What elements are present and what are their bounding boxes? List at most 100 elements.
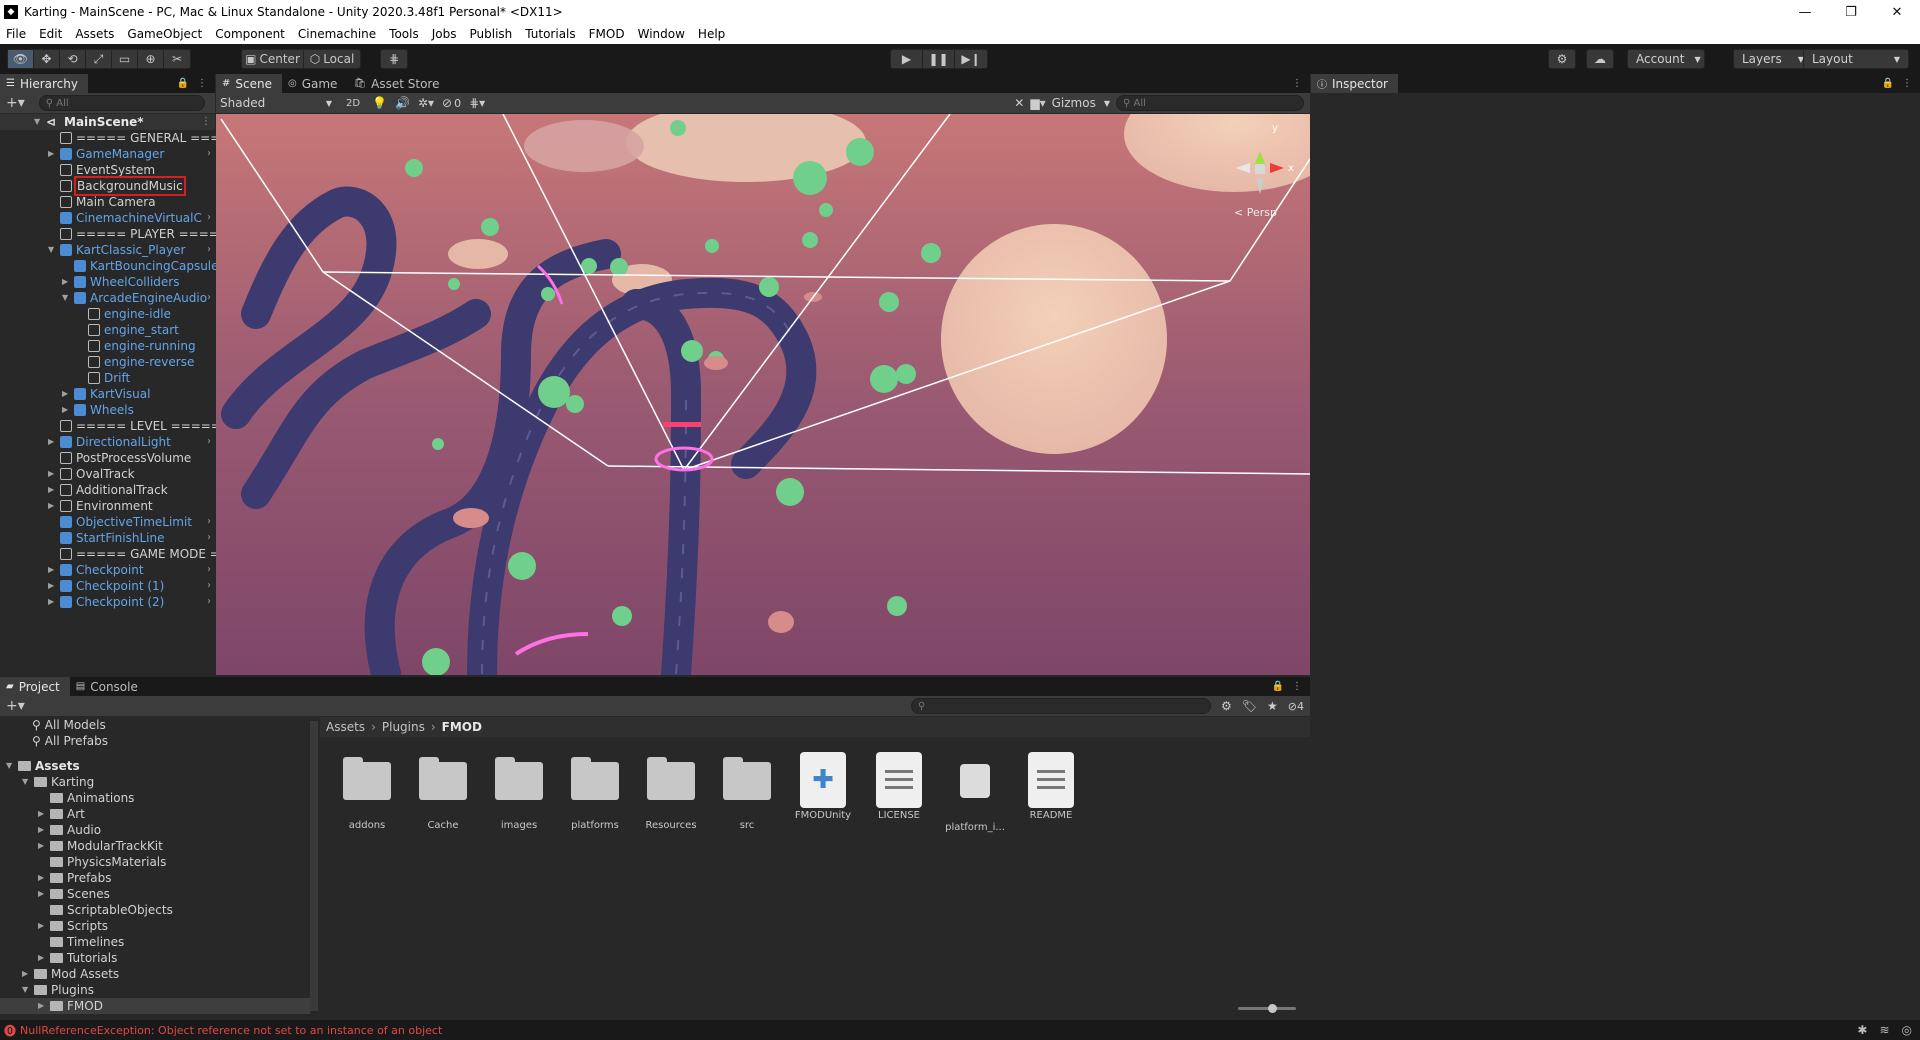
move-tool-button[interactable]: ✥ (34, 50, 60, 68)
scene-root-row[interactable]: ▼ ⊲ MainScene* ⋮ (0, 114, 215, 130)
folder-tree-item[interactable]: ▶ Scripts (0, 918, 310, 934)
hierarchy-row[interactable]: ▶ Wheels (0, 402, 215, 418)
persp-label[interactable]: < Persp (1234, 206, 1277, 219)
scene-render[interactable]: y x < Persp (216, 114, 1310, 675)
expand-arrow-icon[interactable]: ▶ (38, 806, 44, 822)
pause-button[interactable]: ❚❚ (923, 50, 955, 68)
pivot-space-toggle[interactable]: ⬡ Local (304, 50, 360, 68)
grid-toggle-icon[interactable]: ⋕▾ (469, 96, 485, 110)
open-prefab-icon[interactable]: › (207, 210, 211, 226)
folder-tree-item[interactable]: ▶ Prefabs (0, 870, 310, 886)
progress-icon[interactable]: ≋ (1879, 1023, 1889, 1037)
hierarchy-row[interactable]: CinemachineVirtualC › (0, 210, 215, 226)
folder-tree-item[interactable]: Animations (0, 790, 310, 806)
breadcrumb-item[interactable]: FMOD (442, 720, 482, 734)
account-dropdown[interactable]: Account ▼ (1627, 49, 1705, 69)
hierarchy-row[interactable]: ===== GENERAL ===== (0, 130, 240, 146)
open-prefab-icon[interactable]: › (207, 530, 211, 546)
more-menu-icon[interactable]: ⋮ (1292, 74, 1310, 93)
folder-tree-item[interactable]: ▼ Plugins (0, 982, 310, 998)
expand-arrow-icon[interactable]: ▶ (48, 562, 54, 578)
expand-arrow-icon[interactable]: ▶ (38, 918, 44, 934)
play-button[interactable]: ▶ (891, 50, 923, 68)
menu-item-tutorials[interactable]: Tutorials (525, 27, 575, 41)
scene-search-input[interactable]: ⚲ All (1116, 95, 1304, 111)
hierarchy-row[interactable]: ▶ DirectionalLight › (0, 434, 215, 450)
hierarchy-row[interactable]: ▶ KartVisual (0, 386, 215, 402)
hierarchy-row[interactable]: StartFinishLine › (0, 530, 215, 546)
hierarchy-row[interactable]: EventSystem (0, 162, 215, 178)
step-button[interactable]: ▶❙ (955, 50, 987, 68)
asset-item[interactable]: src (714, 752, 780, 831)
tab-inspector[interactable]: ⓘ Inspector (1311, 74, 1398, 93)
menu-item-cinemachine[interactable]: Cinemachine (298, 27, 376, 41)
pivot-center-toggle[interactable]: ▣ Center (242, 50, 304, 68)
audio-toggle-icon[interactable]: 🔊 (395, 96, 410, 110)
camera-icon[interactable]: ▆▾ (1030, 96, 1045, 110)
hierarchy-row[interactable]: ▶ Checkpoint (2) › (0, 594, 215, 610)
hierarchy-row[interactable]: Main Camera (0, 194, 215, 210)
hierarchy-row[interactable]: engine_start (0, 322, 215, 338)
create-button[interactable]: +▾ (6, 698, 25, 714)
expand-arrow-icon[interactable]: ▶ (22, 966, 28, 982)
open-prefab-icon[interactable]: › (207, 146, 211, 162)
folder-tree-item[interactable]: ▼ Karting (0, 774, 310, 790)
folder-tree-item[interactable]: Timelines (0, 934, 310, 950)
folder-tree-item[interactable]: PhysicsMaterials (0, 854, 310, 870)
menu-item-file[interactable]: File (6, 27, 26, 41)
favorite-star-icon[interactable]: ★ (1267, 699, 1278, 713)
lock-icon[interactable]: 🔒 (1882, 78, 1894, 89)
breadcrumb-item[interactable]: Assets (326, 720, 365, 734)
gizmos-dropdown[interactable]: Gizmos ▼ (1052, 96, 1110, 110)
tab-asset-store[interactable]: 🛍 Asset Store (347, 74, 449, 93)
folder-tree-scrollbar[interactable] (310, 721, 318, 1011)
visibility-icon[interactable]: ⊘ (442, 96, 452, 110)
folder-tree-item[interactable]: ▶ Tutorials (0, 950, 310, 966)
favorite-item[interactable]: ⚲ All Models (32, 717, 106, 733)
expand-arrow-icon[interactable]: ▼ (62, 290, 68, 306)
expand-arrow-icon[interactable]: ▶ (48, 434, 54, 450)
folder-tree-item[interactable]: ScriptableObjects (0, 902, 310, 918)
hierarchy-row[interactable]: ▼ KartClassic_Player › (0, 242, 215, 258)
hierarchy-row[interactable]: ▶ OvalTrack (0, 466, 215, 482)
open-prefab-icon[interactable]: › (207, 514, 211, 530)
hierarchy-row[interactable]: ▶ WheelColliders (0, 274, 215, 290)
scene-viewport[interactable]: y x < Persp (216, 114, 1310, 675)
hierarchy-row[interactable]: engine-idle (0, 306, 215, 322)
view-tool-button[interactable]: 👁 (8, 50, 34, 68)
expand-arrow-icon[interactable]: ▶ (48, 466, 54, 482)
expand-arrow-icon[interactable]: ▶ (48, 594, 54, 610)
breadcrumb-item[interactable]: Plugins (382, 720, 425, 734)
project-search-input[interactable]: ⚲ (911, 698, 1212, 714)
hierarchy-row[interactable]: ===== PLAYER ===== (0, 226, 229, 242)
hierarchy-row[interactable]: engine-running (0, 338, 215, 354)
asset-item[interactable]: Resources (638, 752, 704, 831)
more-menu-icon[interactable]: ⋮ (197, 78, 207, 89)
hierarchy-row[interactable]: ▶ GameManager › (0, 146, 215, 162)
history-icon[interactable]: ⚙ (1549, 50, 1575, 68)
menu-item-tools[interactable]: Tools (389, 27, 419, 41)
tab-project[interactable]: ▰ Project (0, 677, 70, 696)
expand-arrow-icon[interactable]: ▶ (38, 950, 44, 966)
tools-icon[interactable]: ✕ (1014, 96, 1024, 110)
lock-icon[interactable]: 🔒 (1272, 681, 1284, 692)
custom-tool-button[interactable]: ✂ (164, 50, 190, 68)
expand-arrow-icon[interactable]: ▶ (48, 482, 54, 498)
hierarchy-row[interactable]: ▶ Environment (0, 498, 215, 514)
favorite-item[interactable]: ⚲ All Prefabs (32, 733, 108, 749)
create-button[interactable]: +▾ (6, 95, 25, 111)
menu-item-fmod[interactable]: FMOD (589, 27, 625, 41)
menu-item-component[interactable]: Component (215, 27, 285, 41)
hierarchy-row[interactable]: PostProcessVolume (0, 450, 215, 466)
hierarchy-row[interactable]: BackgroundMusic (0, 176, 215, 196)
expand-arrow-icon[interactable]: ▶ (38, 838, 44, 854)
expand-arrow-icon[interactable]: ▶ (48, 146, 54, 162)
folder-tree-item[interactable]: ▼ Assets (0, 758, 310, 774)
hierarchy-row[interactable]: KartBouncingCapsule (0, 258, 219, 274)
open-prefab-icon[interactable]: › (207, 562, 211, 578)
open-prefab-icon[interactable]: › (207, 578, 211, 594)
transform-tool-button[interactable]: ⊕ (138, 50, 164, 68)
asset-item[interactable]: README (1018, 752, 1084, 821)
icon-size-slider[interactable] (1238, 1004, 1296, 1013)
expand-arrow-icon[interactable]: ▶ (62, 402, 68, 418)
